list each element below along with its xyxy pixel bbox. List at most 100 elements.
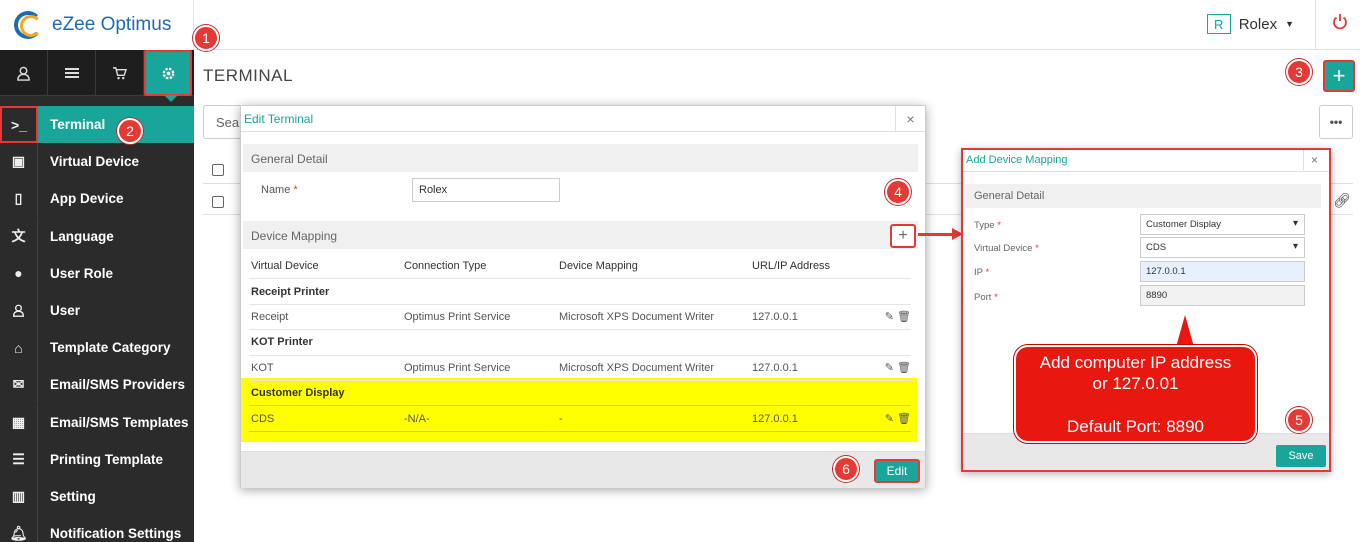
trash-icon[interactable]: 🗑︎ — [897, 311, 911, 323]
table-header: Virtual Device Connection Type Device Ma… — [249, 254, 911, 280]
group-row: Receipt Printer — [249, 279, 911, 305]
callout-text: or 127.0.01 — [1092, 374, 1179, 393]
general-detail-header: General Detail — [243, 144, 918, 172]
sidebar-item-printing-template[interactable]: ☰ Printing Template — [0, 440, 194, 478]
add-terminal-button[interactable]: + — [1323, 60, 1355, 92]
group-row: Customer Display — [249, 381, 911, 407]
edit-icon[interactable]: ✎ — [885, 413, 894, 425]
cell: Microsoft XPS Document Writer — [559, 361, 715, 374]
user-menu[interactable]: R Rolex ▼ — [1206, 14, 1294, 34]
sidebar-item-email-sms-templates[interactable]: ▦ Email/SMS Templates — [0, 403, 194, 441]
sidebar-item-label: Email/SMS Providers — [50, 377, 186, 393]
save-button[interactable]: Save — [1276, 445, 1326, 467]
sidebar-item-terminal[interactable]: >_ Terminal — [0, 106, 194, 144]
logo-icon — [12, 7, 48, 43]
sidebar-item-template-category[interactable]: ⌂ Template Category — [0, 329, 194, 367]
sidebar-item-label: Language — [50, 228, 114, 244]
column-header: URL/IP Address — [752, 260, 831, 273]
divider — [1315, 0, 1316, 50]
step-marker: 3 — [1286, 59, 1312, 85]
column-header: Virtual Device — [251, 260, 319, 273]
sidebar-item-label: User — [50, 303, 81, 319]
sidebar-item-notification-settings[interactable]: 🔔︎ Notification Settings — [0, 515, 194, 542]
instruction-callout: Add computer IP address or 127.0.01 Defa… — [1014, 345, 1257, 443]
virtual-device-select[interactable]: CDS — [1140, 237, 1305, 258]
add-device-mapping-button[interactable]: + — [890, 224, 916, 248]
user-name: Rolex — [1238, 15, 1278, 33]
mobile-icon: ▯ — [0, 180, 38, 218]
modal-title: Edit Terminal — [241, 106, 925, 132]
trash-icon[interactable]: 🗑︎ — [897, 413, 911, 425]
step-marker: 1 — [193, 25, 219, 51]
callout-text: Default Port: 8890 — [1066, 417, 1205, 436]
power-icon[interactable] — [1332, 13, 1348, 35]
table-row: Receipt Optimus Print Service Microsoft … — [249, 305, 911, 331]
sidebar-item-label: User Role — [50, 265, 114, 281]
cell: - — [559, 412, 563, 425]
cell: Optimus Print Service — [404, 310, 511, 323]
edit-icon[interactable]: ✎ — [885, 311, 894, 323]
step-marker: 2 — [117, 118, 143, 144]
close-icon[interactable]: × — [1303, 150, 1325, 170]
page-title: TERMINAL — [203, 66, 293, 85]
menu-icon[interactable] — [48, 50, 96, 96]
callout-pointer — [1176, 315, 1194, 347]
brand: eZee Optimus — [0, 0, 194, 50]
sidebar-item-setting[interactable]: ▥ Setting — [0, 477, 194, 515]
sidebar-item-language[interactable]: 文 Language — [0, 217, 194, 255]
ip-label: IP * — [974, 267, 990, 278]
user-icon — [0, 292, 38, 330]
group-label: Receipt Printer — [251, 285, 330, 298]
sidebar: eZee Optimus >_ Terminal ▣ Virtual Devic… — [0, 0, 194, 542]
port-field[interactable]: 8890 — [1140, 285, 1305, 306]
ip-field[interactable]: 127.0.0.1 — [1140, 261, 1305, 282]
table-row: CDS -N/A- - 127.0.0.1 ✎ 🗑︎ — [249, 406, 911, 432]
step-marker: 4 — [885, 179, 911, 205]
top-header: R Rolex ▼ — [194, 0, 1360, 50]
document-icon: ☰ — [0, 440, 38, 478]
sidebar-item-label: Printing Template — [50, 451, 164, 467]
sidebar-item-user-role[interactable]: ● User Role — [0, 254, 194, 292]
device-mapping-table: Virtual Device Connection Type Device Ma… — [249, 254, 911, 432]
brand-name: eZee Optimus — [52, 14, 172, 35]
gear-icon[interactable] — [144, 50, 192, 102]
cell: Receipt — [251, 310, 289, 323]
group-label: Customer Display — [251, 387, 345, 400]
language-icon: 文 — [0, 217, 38, 255]
sidebar-item-email-sms-providers[interactable]: ✉ Email/SMS Providers — [0, 366, 194, 404]
more-options-button[interactable]: ••• — [1319, 105, 1353, 139]
cell: 127.0.0.1 — [752, 412, 798, 425]
type-select[interactable]: Customer Display — [1140, 214, 1305, 235]
cell: Optimus Print Service — [404, 361, 511, 374]
cell: -N/A- — [404, 412, 430, 425]
cart-icon[interactable] — [96, 50, 144, 96]
sidebar-item-app-device[interactable]: ▯ App Device — [0, 180, 194, 218]
user-icon[interactable] — [0, 50, 48, 96]
sidebar-item-label: Notification Settings — [50, 526, 182, 542]
virtual-device-label: Virtual Device * — [974, 243, 1039, 254]
sidebar-top-icons — [0, 50, 194, 102]
sidebar-item-label: Terminal — [50, 117, 106, 133]
name-label: Name * — [261, 184, 298, 196]
column-header: Device Mapping — [559, 260, 638, 273]
terminal-icon: >_ — [0, 106, 38, 144]
close-icon[interactable]: × — [895, 106, 925, 131]
edit-icon[interactable]: ✎ — [885, 362, 894, 374]
select-all-checkbox[interactable] — [212, 164, 224, 176]
edit-button[interactable]: Edit — [874, 459, 920, 483]
name-field[interactable]: Rolex — [412, 178, 560, 202]
cell: CDS — [251, 412, 275, 425]
link-icon[interactable]: 🔗︎ — [1333, 192, 1351, 209]
row-checkbox[interactable] — [212, 196, 224, 208]
trash-icon[interactable]: 🗑︎ — [897, 362, 911, 374]
sidebar-item-virtual-device[interactable]: ▣ Virtual Device — [0, 143, 194, 181]
sidebar-nav: >_ Terminal ▣ Virtual Device ▯ App Devic… — [0, 106, 194, 542]
sidebar-item-user[interactable]: User — [0, 292, 194, 330]
bell-icon: 🔔︎ — [0, 515, 38, 542]
sidebar-item-label: Email/SMS Templates — [50, 414, 189, 430]
general-detail-header: General Detail — [965, 184, 1321, 208]
sidebar-item-label: App Device — [50, 191, 124, 207]
modal-title: Add Device Mapping — [963, 150, 1329, 172]
sidebar-item-label: Template Category — [50, 340, 171, 356]
avatar: R — [1206, 14, 1231, 34]
